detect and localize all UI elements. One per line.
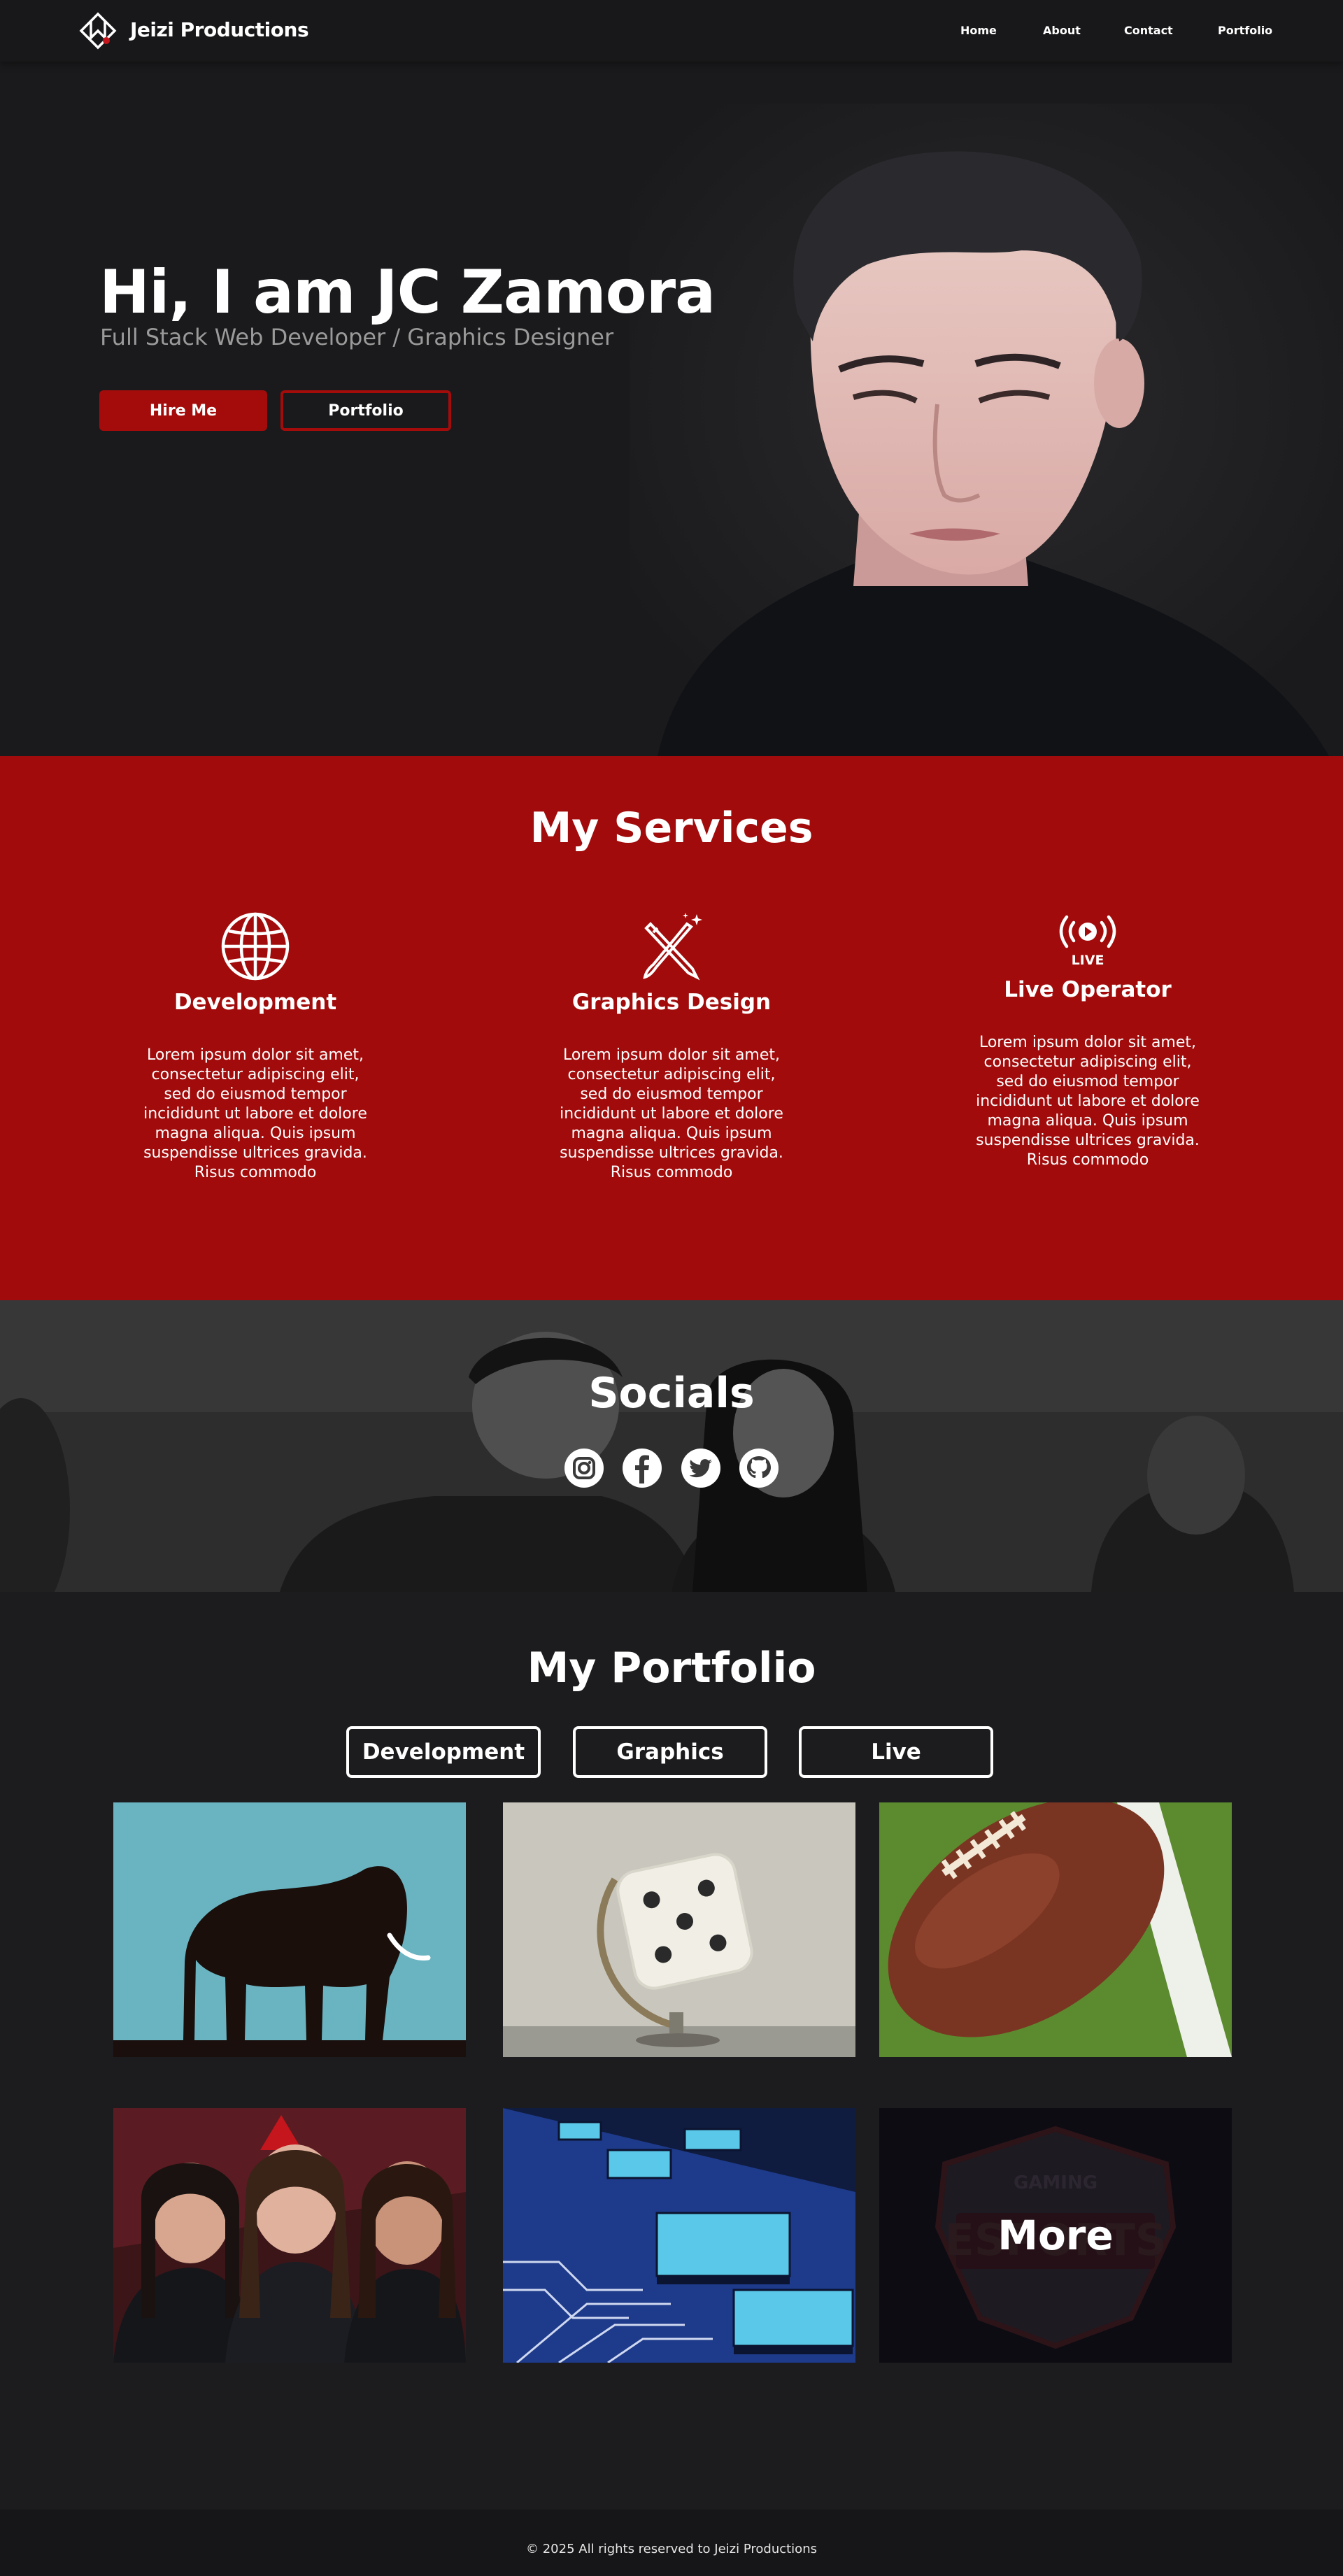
live-icon-text: LIVE [1072,953,1104,968]
service-card-live-operator: LIVE Live Operator Lorem ipsum dolor sit… [969,914,1207,1170]
nav-portfolio-link[interactable]: Portfolio [1218,24,1272,37]
profile-portrait [630,104,1343,756]
hire-me-button[interactable]: Hire Me [99,390,267,431]
socials-title: Socials [588,1369,755,1418]
socials-background-photo [0,1300,1343,1592]
twitter-icon[interactable] [680,1447,722,1489]
portfolio-item-more[interactable]: GAMING ESPORTS More [879,2108,1232,2363]
portfolio-button[interactable]: Portfolio [280,390,451,431]
services-title: My Services [530,804,813,853]
pencil-brush-icon [643,913,702,981]
service-description: Lorem ipsum dolor sit amet, consectetur … [976,1034,1200,1169]
portfolio-item-esports-team[interactable] [113,2108,466,2363]
facebook-icon[interactable] [621,1447,663,1489]
service-name: Live Operator [1004,977,1172,1002]
live-broadcast-icon: LIVE [1059,915,1116,968]
nav-contact-link[interactable]: Contact [1124,24,1173,37]
filter-development-button[interactable]: Development [346,1726,541,1778]
portfolio-item-football[interactable] [879,1802,1232,2057]
more-label[interactable]: More [879,2108,1232,2363]
portfolio-item-elephant[interactable] [113,1802,466,2057]
nav-home-link[interactable]: Home [960,24,997,37]
service-name: Development [173,990,337,1015]
portfolio-title: My Portfolio [527,1644,816,1693]
service-description: Lorem ipsum dolor sit amet, consectetur … [143,1046,367,1181]
github-icon[interactable] [738,1447,780,1489]
instagram-icon[interactable] [563,1447,605,1489]
nav-about-link[interactable]: About [1043,24,1081,37]
service-card-development: Development Lorem ipsum dolor sit amet, … [136,911,374,1183]
footer: © 2025 All rights reserved to Jeizi Prod… [0,2510,1343,2576]
portfolio-item-circuit-board[interactable] [503,2108,855,2363]
service-description: Lorem ipsum dolor sit amet, consectetur … [560,1046,783,1181]
portfolio-section: My Portfolio Development Graphics Live G… [0,1592,1343,2510]
hero-section: Hi, I am JC Zamora Full Stack Web Develo… [0,62,1343,756]
navbar: Jeizi Productions Home About Contact Por… [0,0,1343,62]
service-name: Graphics Design [571,990,772,1015]
copyright-text: © 2025 All rights reserved to Jeizi Prod… [526,2542,817,2556]
portfolio-item-dice-globe[interactable] [503,1802,855,2057]
globe-icon [221,912,290,981]
service-card-graphics-design: Graphics Design Lorem ipsum dolor sit am… [553,911,790,1183]
socials-section: Socials [0,1300,1343,1592]
brand-name[interactable]: Jeizi Productions [130,18,309,41]
services-section: My Services Development Lorem ipsum dolo… [0,756,1343,1300]
hero-subtitle: Full Stack Web Developer / Graphics Desi… [100,324,614,350]
filter-live-button[interactable]: Live [799,1726,993,1778]
filter-graphics-button[interactable]: Graphics [573,1726,767,1778]
logo-icon[interactable] [78,11,118,50]
social-icons [0,1447,1343,1492]
hero-title: Hi, I am JC Zamora [99,257,716,327]
